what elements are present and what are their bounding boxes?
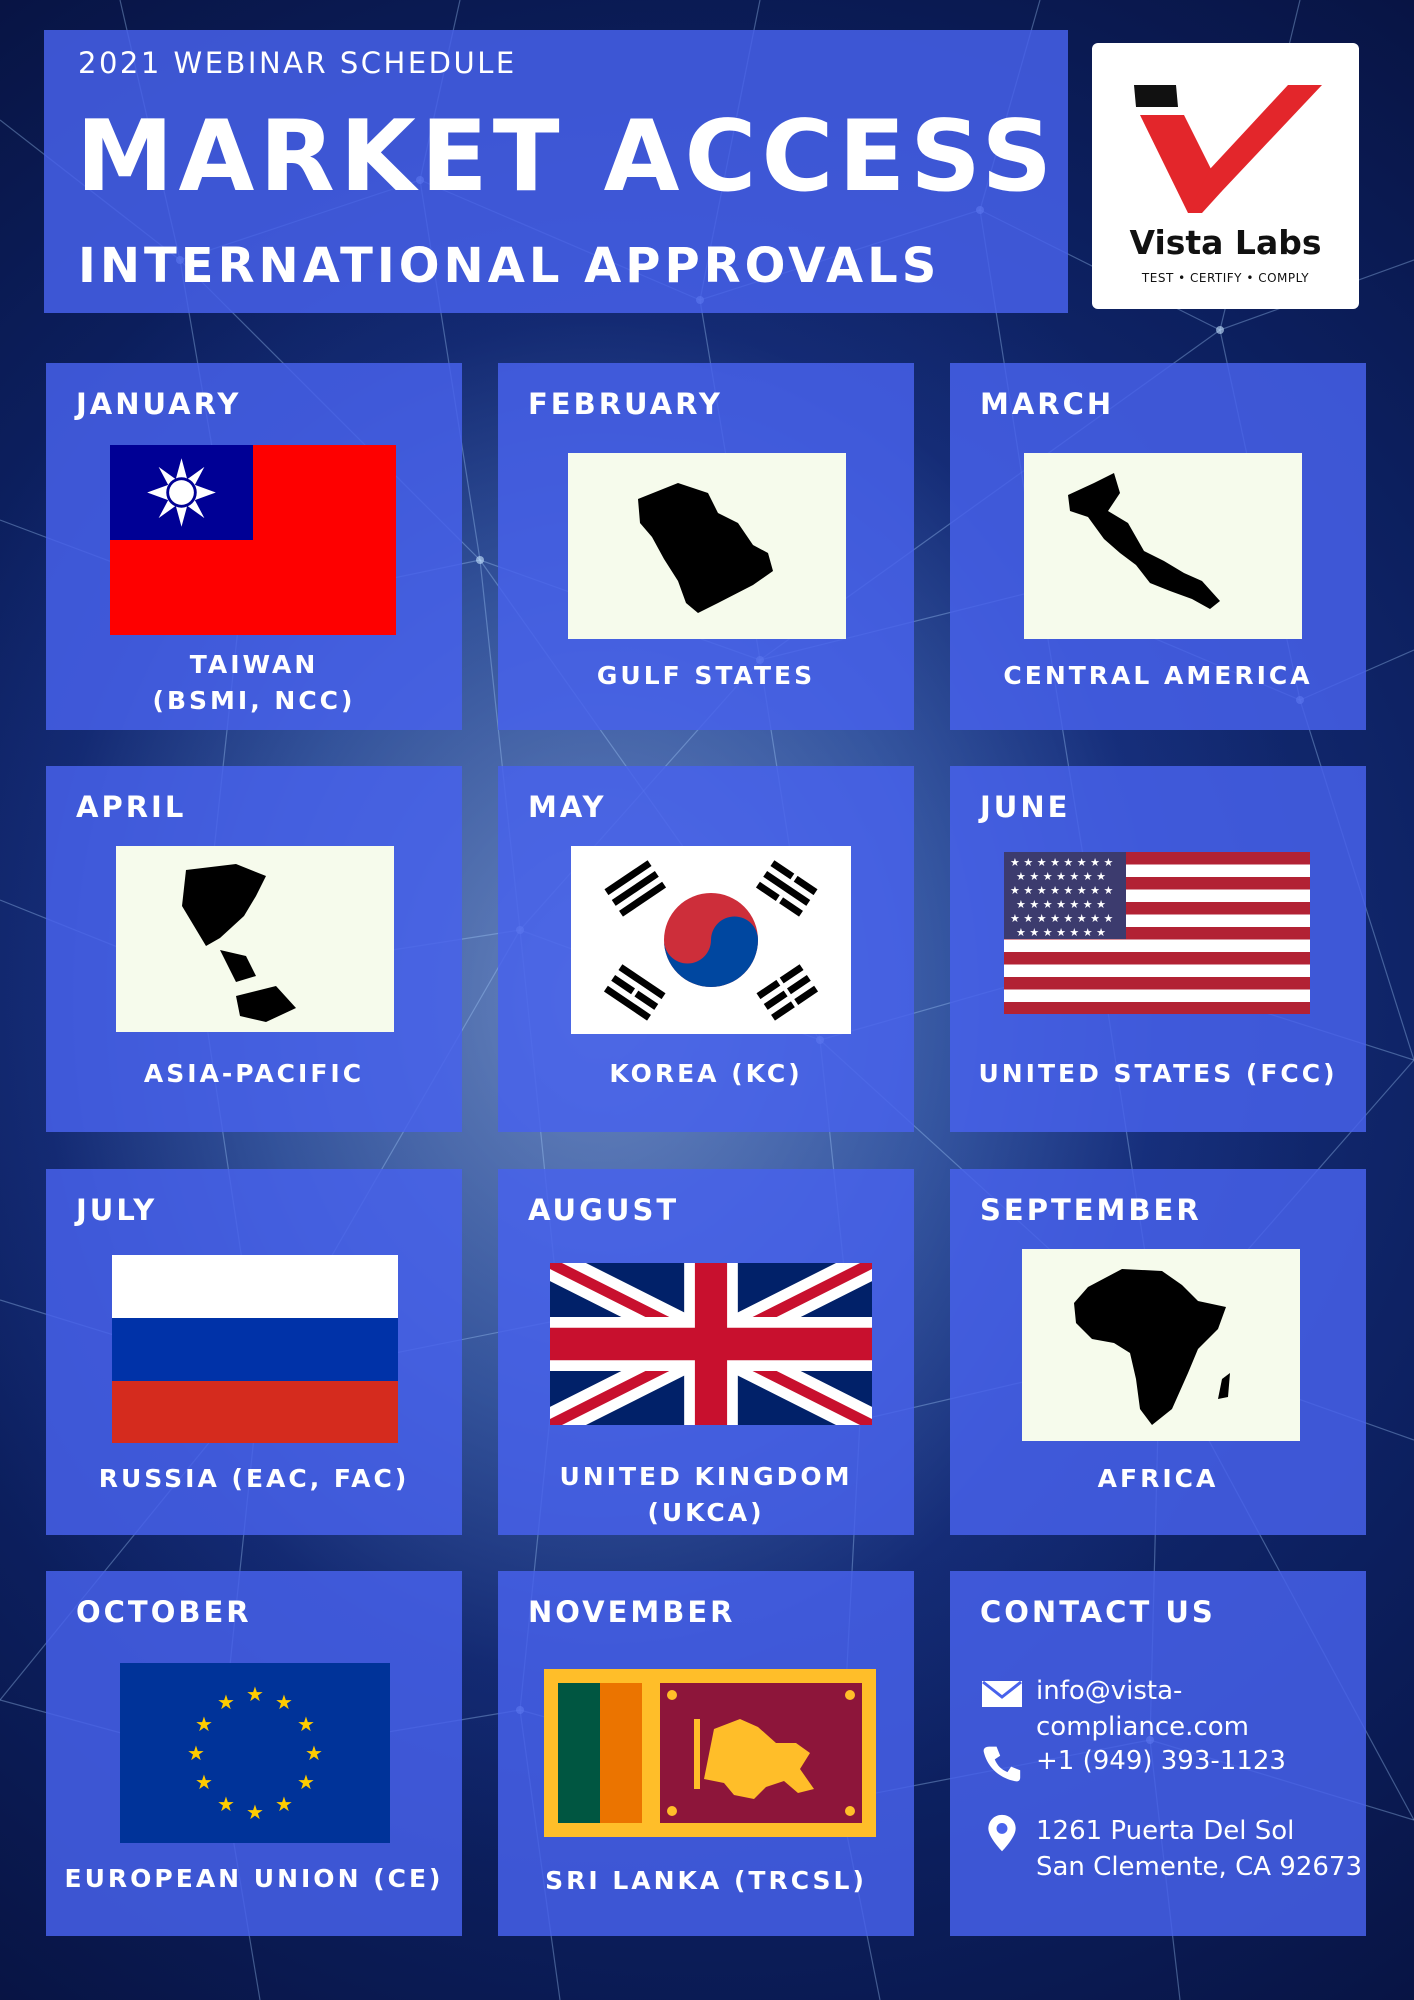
card-label: EUROPEAN UNION (CE) xyxy=(64,1864,444,1893)
schedule-card-march: MARCH CENTRAL AMERICA xyxy=(950,363,1366,730)
vista-labs-logo: Vista Labs TEST • CERTIFY • COMPLY xyxy=(1092,43,1359,309)
eu-flag-icon: ★ ★ ★ ★ ★ ★ ★ ★ ★ ★ ★ ★ xyxy=(120,1663,390,1843)
taiwan-flag-icon xyxy=(110,445,396,635)
card-month: FEBRUARY xyxy=(528,387,723,421)
schedule-card-january: JANUARY TAIWAN (BSMI, NCC) xyxy=(46,363,462,730)
svg-text:★: ★ xyxy=(297,1770,315,1794)
svg-text:★ ★ ★ ★ ★ ★ ★: ★ ★ ★ ★ ★ ★ ★ xyxy=(1016,870,1106,883)
phone-icon xyxy=(980,1743,1024,1783)
card-month: MARCH xyxy=(980,387,1115,421)
card-label: UNITED STATES (FCC) xyxy=(978,1059,1338,1088)
logo-tagline: TEST • CERTIFY • COMPLY xyxy=(1141,271,1310,285)
card-label: CENTRAL AMERICA xyxy=(1003,661,1313,690)
card-label: KOREA (KC) xyxy=(609,1059,803,1088)
card-label: AFRICA xyxy=(1097,1464,1219,1493)
contact-phone[interactable]: +1 (949) 393-1123 xyxy=(1036,1743,1286,1779)
contact-email[interactable]: info@vista-compliance.com xyxy=(1036,1673,1366,1746)
schedule-card-june: JUNE ★ ★ ★ ★ ★ ★ ★ ★ ★ ★ ★ ★ ★ ★ ★ ★ ★ ★… xyxy=(950,766,1366,1132)
card-label: TAIWAN (BSMI, NCC) xyxy=(152,650,356,716)
russia-flag-icon xyxy=(112,1255,398,1443)
location-pin-icon xyxy=(980,1813,1024,1853)
contact-address-line1: 1261 Puerta Del Sol xyxy=(1036,1816,1295,1846)
logo-name: Vista Labs xyxy=(1129,223,1322,262)
contact-card: CONTACT US info@vista-compliance.com +1 … xyxy=(950,1571,1366,1936)
schedule-card-september: SEPTEMBER AFRICA xyxy=(950,1169,1366,1535)
header-kicker: 2021 WEBINAR SCHEDULE xyxy=(78,46,517,80)
schedule-card-july: JULY RUSSIA (EAC, FAC) xyxy=(46,1169,462,1535)
card-label: SRI LANKA (TRCSL) xyxy=(545,1866,867,1895)
central-america-map-icon xyxy=(1024,453,1302,639)
sri-lanka-flag-icon xyxy=(544,1669,876,1837)
korea-flag-icon xyxy=(571,846,851,1034)
svg-text:★: ★ xyxy=(275,1792,293,1816)
svg-text:★: ★ xyxy=(217,1690,235,1714)
contact-address-row: 1261 Puerta Del Sol San Clemente, CA 926… xyxy=(980,1813,1362,1886)
contact-email-row[interactable]: info@vista-compliance.com xyxy=(980,1673,1366,1746)
card-month: SEPTEMBER xyxy=(980,1193,1202,1227)
africa-map-icon xyxy=(1022,1249,1300,1441)
mail-icon xyxy=(980,1673,1024,1713)
schedule-card-november: NOVEMBER SRI LANKA (TRCSL) xyxy=(498,1571,914,1936)
gulf-states-map-icon xyxy=(568,453,846,639)
svg-text:★: ★ xyxy=(195,1712,213,1736)
svg-text:★: ★ xyxy=(187,1741,205,1765)
svg-text:★ ★ ★ ★ ★ ★ ★ ★: ★ ★ ★ ★ ★ ★ ★ ★ xyxy=(1010,884,1114,897)
card-month: NOVEMBER xyxy=(528,1595,736,1629)
svg-text:★: ★ xyxy=(246,1682,264,1706)
contact-address-line2: San Clemente, CA 92673 xyxy=(1036,1852,1362,1883)
svg-text:★ ★ ★ ★ ★ ★ ★ ★: ★ ★ ★ ★ ★ ★ ★ ★ xyxy=(1010,912,1114,925)
card-month: APRIL xyxy=(76,790,187,824)
asia-pacific-map-icon xyxy=(116,846,394,1032)
schedule-card-october: OCTOBER ★ ★ ★ ★ ★ ★ ★ ★ ★ ★ ★ ★ EUROPEAN UNION (… xyxy=(46,1571,462,1936)
card-month: JULY xyxy=(76,1193,158,1227)
card-label: GULF STATES xyxy=(596,661,816,690)
contact-heading: CONTACT US xyxy=(980,1595,1216,1629)
svg-text:★: ★ xyxy=(246,1800,264,1824)
svg-text:★: ★ xyxy=(275,1690,293,1714)
card-label: RUSSIA (EAC, FAC) xyxy=(98,1464,410,1493)
svg-text:★ ★ ★ ★ ★ ★ ★: ★ ★ ★ ★ ★ ★ ★ xyxy=(1016,898,1106,911)
card-label: UNITED KINGDOM (UKCA) xyxy=(559,1462,853,1528)
card-month: AUGUST xyxy=(528,1193,680,1227)
svg-text:★ ★ ★ ★ ★ ★ ★: ★ ★ ★ ★ ★ ★ ★ xyxy=(1016,926,1106,939)
card-month: JANUARY xyxy=(76,387,242,421)
schedule-card-february: FEBRUARY GULF STATES xyxy=(498,363,914,730)
schedule-card-august: AUGUST UNITED KINGDOM (UKCA) xyxy=(498,1169,914,1535)
svg-text:★: ★ xyxy=(217,1792,235,1816)
svg-text:★: ★ xyxy=(297,1712,315,1736)
card-month: JUNE xyxy=(980,790,1071,824)
schedule-card-april: APRIL ASIA-PACIFIC xyxy=(46,766,462,1132)
page-subtitle: INTERNATIONAL APPROVALS xyxy=(78,238,941,294)
card-month: OCTOBER xyxy=(76,1595,252,1629)
svg-text:★: ★ xyxy=(195,1770,213,1794)
schedule-card-may: MAY KOREA (KC) xyxy=(498,766,914,1132)
page-title: MARKET ACCESS xyxy=(76,100,1058,214)
card-label: ASIA-PACIFIC xyxy=(143,1059,365,1088)
vista-labs-v-icon xyxy=(1134,85,1322,213)
header-banner: 2021 WEBINAR SCHEDULE MARKET ACCESS INTE… xyxy=(44,30,1068,313)
svg-text:★ ★ ★ ★ ★ ★ ★ ★: ★ ★ ★ ★ ★ ★ ★ ★ xyxy=(1010,856,1114,869)
uk-flag-icon xyxy=(550,1263,872,1425)
card-month: MAY xyxy=(528,790,607,824)
svg-text:★: ★ xyxy=(305,1741,323,1765)
contact-phone-row[interactable]: +1 (949) 393-1123 xyxy=(980,1743,1286,1783)
usa-flag-icon: ★ ★ ★ ★ ★ ★ ★ ★ ★ ★ ★ ★ ★ ★ ★ ★ ★ ★ ★ ★ … xyxy=(1004,852,1310,1014)
